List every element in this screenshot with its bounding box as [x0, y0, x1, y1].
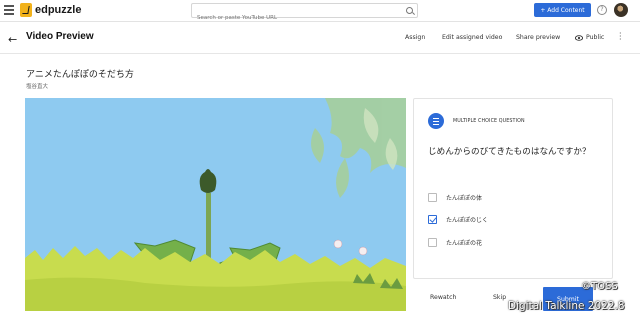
option-3-label: たんぽぽの花 — [446, 239, 483, 247]
watermark-talkline: Digital Talkline 2022.8 — [508, 300, 625, 312]
question-text: じめんからのびてきたものはなんですか？ — [428, 147, 591, 157]
option-2-checkbox[interactable] — [428, 214, 437, 224]
add-content-label: + Add Content — [540, 6, 585, 14]
visibility-toggle[interactable]: Public — [575, 34, 604, 41]
top-bar: edpuzzle + Add Content ? — [0, 0, 640, 25]
visibility-label: Public — [586, 34, 605, 41]
avatar[interactable] — [614, 3, 628, 17]
help-icon[interactable]: ? — [597, 5, 607, 15]
edit-assigned-video-button[interactable]: Edit assigned video — [442, 34, 502, 41]
edpuzzle-logo[interactable]: edpuzzle — [20, 3, 81, 17]
option-3[interactable]: たんぽぽの花 — [428, 236, 608, 248]
page-title: Video Preview — [26, 31, 94, 42]
add-content-button[interactable]: + Add Content — [534, 3, 591, 17]
search-input[interactable] — [192, 11, 397, 25]
back-arrow-icon[interactable]: ← — [8, 33, 17, 46]
video-title: アニメたんぽぽのそだち方 — [26, 70, 134, 80]
search-box[interactable] — [191, 3, 418, 25]
search-icon[interactable] — [406, 7, 413, 14]
option-1-label: たんぽぽの体 — [446, 194, 483, 202]
video-player[interactable] — [25, 98, 406, 311]
menu-icon[interactable] — [4, 5, 14, 15]
video-author: 塩谷直大 — [26, 84, 49, 90]
header-divider — [0, 53, 640, 54]
assign-button[interactable]: Assign — [405, 34, 425, 41]
watermark-copyright: ©TOSS — [581, 281, 618, 292]
more-options-icon[interactable]: · · · — [619, 30, 622, 44]
option-1[interactable]: たんぽぽの体 — [428, 191, 608, 203]
share-preview-button[interactable]: Share preview — [516, 34, 560, 41]
logo-text: edpuzzle — [35, 4, 82, 16]
question-panel: MULTIPLE CHOICE QUESTION じめんからのびてきたものはなん… — [413, 98, 613, 279]
skip-button[interactable]: Skip — [493, 294, 506, 301]
list-icon — [428, 113, 444, 129]
video-frame — [25, 98, 406, 311]
rewatch-button[interactable]: Rewatch — [430, 294, 456, 301]
eye-icon — [575, 34, 583, 41]
option-2[interactable]: たんぽぽのじく — [428, 213, 608, 225]
option-3-checkbox[interactable] — [428, 237, 437, 247]
logo-icon — [20, 3, 32, 17]
option-2-label: たんぽぽのじく — [446, 216, 489, 224]
question-type: MULTIPLE CHOICE QUESTION — [453, 119, 525, 124]
option-1-checkbox[interactable] — [428, 192, 437, 202]
